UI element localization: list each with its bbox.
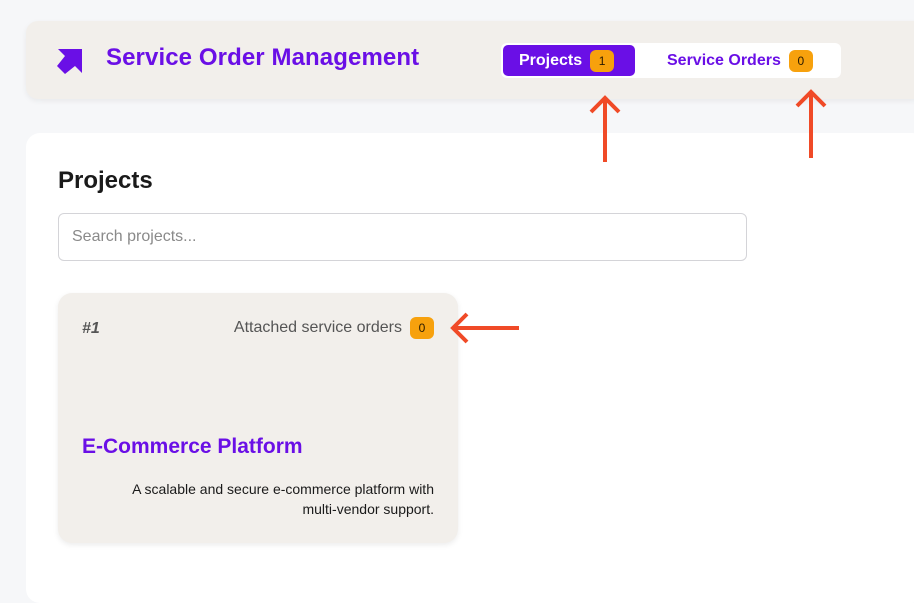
arrow-up-right-icon [57, 49, 82, 74]
app-title: Service Order Management [106, 44, 420, 71]
tab-projects-count-badge: 1 [590, 49, 615, 72]
attached-service-orders: Attached service orders 0 [234, 317, 434, 339]
project-card[interactable]: #1 Attached service orders 0 E-Commerce … [58, 293, 458, 543]
nav-tabs: Projects 1 Service Orders 0 [501, 43, 841, 78]
tab-projects[interactable]: Projects 1 [503, 45, 635, 76]
search-input[interactable] [58, 213, 747, 261]
tab-service-orders[interactable]: Service Orders 0 [649, 45, 839, 76]
annotation-arrow-up-icon [589, 95, 621, 162]
tab-projects-label: Projects [519, 51, 583, 69]
main-panel: Projects #1 Attached service orders 0 E-… [26, 133, 914, 603]
attached-service-orders-label: Attached service orders [233, 319, 402, 336]
annotation-arrow-up-icon [795, 89, 827, 158]
project-id: #1 [82, 320, 100, 337]
app-header: Service Order Management Projects 1 Serv… [26, 21, 914, 99]
attached-service-orders-count-badge: 0 [410, 317, 434, 339]
page-title: Projects [58, 167, 153, 194]
annotation-arrow-left-icon [450, 312, 519, 344]
project-name: E-Commerce Platform [82, 435, 303, 458]
tab-service-orders-count-badge: 0 [788, 49, 813, 72]
project-description: A scalable and secure e-commerce platfor… [132, 481, 434, 517]
tab-service-orders-label: Service Orders [667, 51, 781, 69]
